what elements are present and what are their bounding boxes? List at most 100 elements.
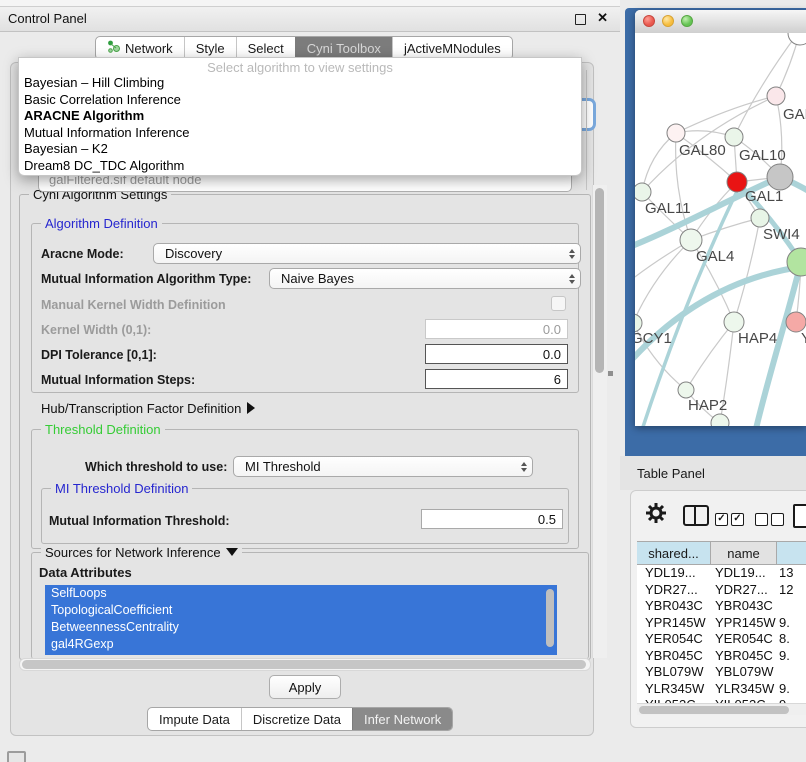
network-node[interactable]: [725, 128, 743, 146]
table-column-header[interactable]: name: [711, 542, 777, 564]
close-traffic-light-icon[interactable]: [643, 15, 655, 27]
columns-icon[interactable]: [683, 505, 709, 526]
document-icon[interactable]: [793, 504, 806, 528]
table-hscrollbar[interactable]: [637, 703, 806, 715]
kernel-width-field[interactable]: 0.0: [425, 319, 568, 339]
table-row[interactable]: YLR345WYLR345W9.: [637, 681, 806, 698]
algorithm-option[interactable]: Mutual Information Inference: [19, 125, 581, 142]
table-row[interactable]: YER054CYER054C8.: [637, 631, 806, 648]
network-node[interactable]: [767, 87, 785, 105]
settings-vscrollbar[interactable]: [592, 185, 607, 658]
network-node[interactable]: [711, 414, 729, 426]
app-root: Control Panel ✕ Network Style Select Cyn…: [0, 0, 806, 762]
network-node[interactable]: [751, 209, 769, 227]
table-row[interactable]: YDL19...YDL19...13: [637, 565, 806, 582]
network-canvas[interactable]: GALGAL80GAL10GAL1GAL11SWI4GAL4GCY1HAP4YH…: [635, 33, 806, 426]
control-panel-title: Control Panel: [8, 11, 87, 26]
network-node[interactable]: [786, 312, 806, 332]
apply-button[interactable]: Apply: [269, 675, 341, 699]
node-label: GAL1: [745, 188, 783, 205]
algorithm-option[interactable]: Dream8 DC_TDC Algorithm: [19, 158, 581, 175]
table-row[interactable]: YPR145WYPR145W9.: [637, 615, 806, 632]
table-column-header[interactable]: shared...: [637, 542, 711, 564]
algorithm-dropdown-popup: Select algorithm to view settings Bayesi…: [18, 57, 582, 176]
table-row[interactable]: YBR043CYBR043C: [637, 598, 806, 615]
table-cell: YDL19...: [711, 565, 777, 582]
table-column-header[interactable]: [777, 542, 806, 564]
gear-icon[interactable]: [645, 502, 667, 529]
kernel-width-value: 0.0: [543, 322, 561, 337]
mi-type-select[interactable]: Naive Bayes: [269, 268, 581, 289]
algorithm-option[interactable]: Bayesian – Hill Climbing: [19, 75, 581, 92]
settings-vscrollbar-thumb[interactable]: [595, 188, 604, 373]
settings-hscrollbar-thumb[interactable]: [22, 660, 586, 669]
network-edge[interactable]: [676, 96, 776, 133]
algorithm-option[interactable]: Basic Correlation Inference: [19, 92, 581, 109]
network-window-titlebar[interactable]: [635, 10, 806, 34]
close-icon[interactable]: ✕: [597, 10, 608, 26]
zoom-traffic-light-icon[interactable]: [681, 15, 693, 27]
aracne-mode-value: Discovery: [165, 246, 222, 261]
mi-threshold-field[interactable]: 0.5: [421, 509, 563, 529]
manual-kernel-checkbox[interactable]: [551, 296, 566, 311]
data-attributes-list[interactable]: SelfLoopsTopologicalCoefficientBetweenne…: [45, 585, 557, 655]
network-graph[interactable]: GALGAL80GAL10GAL1GAL11SWI4GAL4GCY1HAP4YH…: [635, 33, 806, 426]
algorithm-option[interactable]: Bayesian – K2: [19, 141, 581, 158]
tab-style[interactable]: Style: [184, 37, 236, 59]
unselect-all-columns-icon[interactable]: ✓✓: [755, 508, 787, 526]
network-node[interactable]: [724, 312, 744, 332]
data-attribute-item[interactable]: TopologicalCoefficient: [45, 602, 557, 619]
mi-steps-field[interactable]: 6: [425, 369, 568, 389]
table-row[interactable]: YBL079WYBL079W: [637, 664, 806, 681]
tab-select[interactable]: Select: [236, 37, 295, 59]
table-cell: [777, 598, 806, 615]
panel-splitter-grip[interactable]: [608, 371, 613, 376]
tab-jactivemnodules[interactable]: jActiveMNodules: [392, 37, 512, 59]
sources-title-text: Sources for Network Inference: [45, 545, 221, 560]
network-node[interactable]: [667, 124, 685, 142]
minimize-traffic-light-icon[interactable]: [662, 15, 674, 27]
control-panel-titlebar: Control Panel ✕: [0, 7, 620, 32]
tab-infer-network[interactable]: Infer Network: [352, 708, 452, 730]
network-node[interactable]: [767, 164, 793, 190]
network-node[interactable]: [678, 382, 694, 398]
data-attribute-item[interactable]: SelfLoops: [45, 585, 557, 602]
network-node[interactable]: [727, 172, 747, 192]
table-cell: YER054C: [637, 631, 711, 648]
network-glyph-icon: [107, 40, 120, 56]
table-cell: YDR27...: [637, 582, 711, 599]
table-hscrollbar-thumb[interactable]: [639, 706, 789, 714]
table-cell: YPR145W: [637, 615, 711, 632]
data-attributes-label: Data Attributes: [39, 565, 132, 580]
hub-section-toggle[interactable]: Hub/Transcription Factor Definition: [41, 401, 255, 416]
table-header-row: shared...name: [637, 541, 806, 565]
table-cell: 8.: [777, 631, 806, 648]
settings-hscrollbar[interactable]: [19, 658, 591, 671]
which-threshold-select[interactable]: MI Threshold: [233, 456, 533, 477]
table-cell: YBL079W: [711, 664, 777, 681]
network-node[interactable]: [635, 183, 651, 201]
aracne-mode-select[interactable]: Discovery: [153, 243, 581, 264]
table-row[interactable]: YDR27...YDR27...12: [637, 582, 806, 599]
tab-cyni-toolbox[interactable]: Cyni Toolbox: [295, 37, 392, 59]
table-cell: YBR045C: [711, 648, 777, 665]
list-scrollbar-thumb[interactable]: [546, 589, 554, 647]
network-edge[interactable]: [635, 240, 691, 323]
data-attribute-item[interactable]: gal4RGexp: [45, 636, 557, 653]
dpi-tolerance-field[interactable]: 0.0: [425, 344, 568, 364]
table-row[interactable]: YBR045CYBR045C9.: [637, 648, 806, 665]
table-cell: YBL079W: [637, 664, 711, 681]
select-all-columns-icon[interactable]: ✓✓: [715, 508, 747, 526]
node-label: GAL4: [696, 248, 734, 265]
algorithm-option[interactable]: ARACNE Algorithm: [19, 108, 581, 125]
network-edge[interactable]: [734, 218, 760, 322]
table-panel-header: Table Panel: [620, 456, 806, 490]
tab-impute-data[interactable]: Impute Data: [148, 708, 241, 730]
restore-panel-icon[interactable]: [7, 751, 26, 762]
which-threshold-label: Which threshold to use:: [85, 460, 227, 474]
network-edge-thick[interactable]: [635, 265, 806, 365]
float-window-icon[interactable]: [575, 14, 586, 25]
data-attribute-item[interactable]: BetweennessCentrality: [45, 619, 557, 636]
tab-network[interactable]: Network: [96, 37, 184, 59]
tab-discretize-data[interactable]: Discretize Data: [241, 708, 352, 730]
